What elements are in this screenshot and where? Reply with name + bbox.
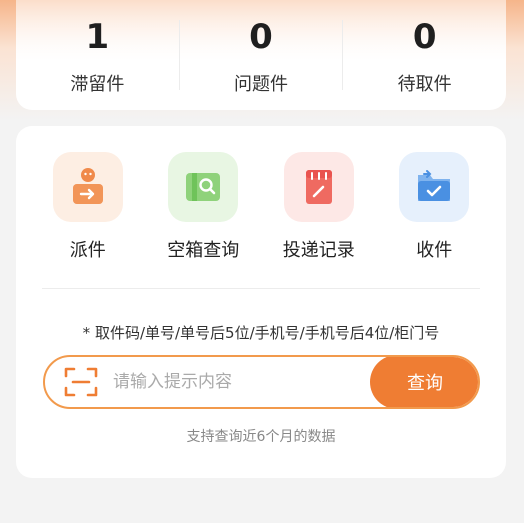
courier-dispatch-icon [52, 152, 123, 222]
empty-box-search-icon [168, 152, 239, 222]
stat-label: 问题件 [234, 74, 288, 95]
stat-label: 滞留件 [70, 74, 125, 95]
stat-value: 0 [412, 17, 437, 57]
stat-stranded[interactable]: 1 滞留件 [16, 0, 179, 110]
action-label: 空箱查询 [167, 240, 240, 261]
stat-pending-pickup[interactable]: 0 待取件 [343, 0, 506, 110]
action-label: 投递记录 [282, 240, 355, 261]
stat-value: 1 [85, 17, 110, 57]
action-label: 收件 [416, 240, 453, 261]
query-range-note: 支持查询近6个月的数据 [186, 429, 336, 445]
search-bar: 查询 [43, 355, 480, 409]
query-button[interactable]: 查询 [370, 357, 478, 407]
stat-label: 待取件 [397, 74, 452, 95]
action-grid: 派件 空箱查询 投递记录 收件 [16, 152, 506, 262]
delivery-record-icon [283, 152, 354, 222]
main-card: 派件 空箱查询 投递记录 收件 * 取件码/单号/单号后5位/手机号/手机号后4… [16, 126, 506, 478]
stats-card: 1 滞留件 0 问题件 0 待取件 [16, 0, 506, 110]
receive-action[interactable]: 收件 [379, 152, 489, 262]
receive-parcel-icon [399, 152, 470, 222]
stat-value: 0 [249, 17, 273, 57]
empty-box-query-action[interactable]: 空箱查询 [148, 152, 258, 262]
dispatch-action[interactable]: 派件 [33, 152, 143, 262]
search-hint: * 取件码/单号/单号后5位/手机号/手机号后4位/柜门号 [82, 324, 440, 342]
delivery-record-action[interactable]: 投递记录 [264, 152, 374, 262]
divider [42, 288, 480, 289]
search-input[interactable] [113, 372, 370, 392]
action-label: 派件 [69, 240, 106, 261]
stat-problem[interactable]: 0 问题件 [180, 0, 343, 110]
scan-icon[interactable] [63, 365, 99, 399]
